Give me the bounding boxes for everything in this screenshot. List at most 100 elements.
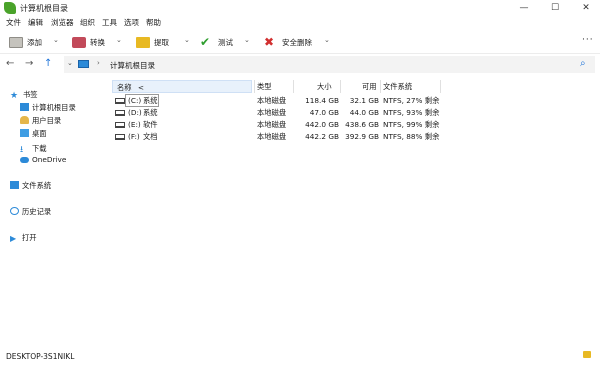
user-folder-icon bbox=[20, 116, 29, 124]
convert-icon bbox=[72, 36, 86, 48]
drive-label: 文档 bbox=[143, 132, 158, 141]
sidebar-filesystem[interactable]: 文件系统 bbox=[10, 181, 51, 191]
menu-edit[interactable]: 编辑 bbox=[28, 17, 43, 28]
menu-bar: 文件 编辑 浏览器 组织 工具 选项 帮助 bbox=[0, 16, 600, 29]
chevron-down-icon[interactable]: ⌄ bbox=[116, 36, 122, 44]
menu-tools[interactable]: 工具 bbox=[102, 17, 117, 28]
column-header-type[interactable]: 类型 bbox=[257, 80, 272, 93]
sidebar-item-computer[interactable]: 计算机根目录 bbox=[20, 103, 76, 113]
drive-free: 44.0 GB bbox=[349, 108, 379, 117]
column-divider[interactable] bbox=[254, 80, 255, 93]
checkmark-icon: ✔ bbox=[200, 34, 211, 49]
app-logo-icon bbox=[4, 2, 16, 14]
chevron-down-icon[interactable]: ⌄ bbox=[53, 36, 59, 44]
column-divider[interactable] bbox=[293, 80, 294, 93]
drive-letter: (C:) bbox=[128, 96, 142, 105]
sidebar-bookmarks[interactable]: ★ 书签 bbox=[10, 90, 38, 101]
title-bar: 计算机根目录 — ☐ ✕ bbox=[0, 0, 600, 16]
drive-label: 软件 bbox=[143, 120, 158, 129]
drive-size: 442.0 GB bbox=[305, 120, 339, 129]
drive-row[interactable]: (D:) 系统 本地磁盘 47.0 GB 44.0 GB NTFS, 93% 剩… bbox=[112, 107, 600, 119]
sidebar-item-desktop[interactable]: 桌面 bbox=[20, 129, 47, 139]
sidebar-item-user-folder[interactable]: 用户目录 bbox=[20, 116, 61, 126]
chevron-down-icon[interactable]: ⌄ bbox=[184, 36, 190, 44]
sidebar-item-label: 下载 bbox=[32, 144, 47, 153]
column-header-label: 名称 bbox=[117, 83, 132, 92]
column-header-size[interactable]: 大小 bbox=[317, 80, 332, 93]
sidebar-history[interactable]: 历史记录 bbox=[10, 207, 51, 217]
extract-label: 提取 bbox=[154, 37, 169, 47]
download-icon: ⭳ bbox=[20, 145, 24, 155]
status-bar: DESKTOP-3S1NIKL bbox=[0, 346, 600, 366]
add-label: 添加 bbox=[27, 37, 42, 47]
folder-icon bbox=[10, 181, 19, 189]
test-button[interactable]: ✔ 测试 ⌄ bbox=[200, 34, 250, 50]
drive-free: 32.1 GB bbox=[349, 96, 379, 105]
column-header-filesystem[interactable]: 文件系统 bbox=[383, 80, 412, 93]
breadcrumb-path[interactable]: 计算机根目录 bbox=[110, 60, 155, 71]
sidebar-item-onedrive[interactable]: OneDrive bbox=[20, 155, 66, 164]
forward-arrow-icon[interactable]: → bbox=[25, 58, 33, 69]
drive-label: 系统 bbox=[143, 96, 158, 105]
clock-icon bbox=[10, 207, 19, 215]
sidebar: ★ 书签 计算机根目录 用户目录 桌面 ⭳ 下载 OneDrive 文件系统 历史记… bbox=[0, 82, 108, 344]
drive-icon bbox=[115, 110, 125, 116]
menu-organize[interactable]: 组织 bbox=[80, 17, 95, 28]
drive-filesystem: NTFS, 93% 剩余 bbox=[383, 108, 440, 117]
secure-delete-button[interactable]: ✖ 安全删除 ⌄ bbox=[264, 34, 330, 50]
sidebar-open[interactable]: ▶ 打开 bbox=[10, 233, 37, 243]
column-divider[interactable] bbox=[380, 80, 381, 93]
back-arrow-icon[interactable]: ← bbox=[6, 58, 14, 69]
maximize-button[interactable]: ☐ bbox=[541, 0, 569, 16]
chevron-down-icon[interactable]: ⌄ bbox=[324, 36, 330, 44]
drive-size: 442.2 GB bbox=[305, 132, 339, 141]
lock-icon[interactable] bbox=[583, 351, 591, 358]
sidebar-item-label: 历史记录 bbox=[22, 207, 52, 216]
drive-filesystem: NTFS, 88% 剩余 bbox=[383, 132, 440, 141]
drive-icon bbox=[115, 134, 125, 140]
cloud-icon bbox=[20, 157, 29, 163]
sort-indicator-icon: < bbox=[137, 83, 145, 92]
menu-browser[interactable]: 浏览器 bbox=[51, 17, 74, 28]
drive-icon bbox=[115, 122, 125, 128]
add-button[interactable]: 添加 ⌄ bbox=[9, 34, 59, 50]
drive-free: 438.6 GB bbox=[345, 120, 379, 129]
drive-size: 47.0 GB bbox=[309, 108, 339, 117]
history-dropdown-icon[interactable]: ⌄ bbox=[67, 59, 73, 67]
computer-icon bbox=[20, 103, 29, 111]
menu-options[interactable]: 选项 bbox=[124, 17, 139, 28]
convert-label: 转换 bbox=[90, 37, 105, 47]
drive-type: 本地磁盘 bbox=[257, 96, 287, 105]
sidebar-item-label: 桌面 bbox=[32, 129, 47, 138]
sidebar-item-label: 用户目录 bbox=[32, 116, 62, 125]
search-icon[interactable]: ⌕ bbox=[580, 58, 586, 69]
toolbar: 添加 ⌄ 转换 ⌄ 提取 ⌄ ✔ 测试 ⌄ ✖ 安全删除 ⌄ ··· bbox=[0, 29, 600, 54]
more-options-button[interactable]: ··· bbox=[582, 35, 594, 45]
convert-button[interactable]: 转换 ⌄ bbox=[72, 34, 122, 50]
breadcrumb-separator-icon[interactable]: › bbox=[97, 59, 100, 67]
column-divider[interactable] bbox=[340, 80, 341, 93]
drive-filesystem: NTFS, 99% 剩余 bbox=[383, 120, 440, 129]
drive-row[interactable]: (C:) 系统 本地磁盘 118.4 GB 32.1 GB NTFS, 27% … bbox=[112, 94, 600, 107]
drive-filesystem: NTFS, 27% 剩余 bbox=[383, 96, 440, 105]
drive-row[interactable]: (F:) 文档 本地磁盘 442.2 GB 392.9 GB NTFS, 88%… bbox=[112, 131, 600, 143]
computer-icon bbox=[78, 60, 89, 68]
sidebar-item-downloads[interactable]: ⭳ 下载 bbox=[20, 142, 47, 155]
extract-button[interactable]: 提取 ⌄ bbox=[136, 34, 190, 50]
menu-help[interactable]: 帮助 bbox=[146, 17, 161, 28]
column-header-free[interactable]: 可用 bbox=[362, 80, 377, 93]
desktop-icon bbox=[20, 129, 29, 137]
sidebar-item-label: 文件系统 bbox=[22, 181, 52, 190]
close-button[interactable]: ✕ bbox=[572, 0, 600, 16]
menu-file[interactable]: 文件 bbox=[6, 17, 21, 28]
chevron-down-icon[interactable]: ⌄ bbox=[244, 36, 250, 44]
drive-icon bbox=[115, 98, 125, 104]
up-arrow-icon[interactable]: ↑ bbox=[44, 58, 52, 69]
minimize-button[interactable]: — bbox=[510, 0, 538, 16]
drive-row[interactable]: (E:) 软件 本地磁盘 442.0 GB 438.6 GB NTFS, 99%… bbox=[112, 119, 600, 131]
column-divider[interactable] bbox=[440, 80, 441, 93]
column-header-name[interactable]: 名称 < bbox=[112, 80, 252, 93]
sidebar-item-label: 书签 bbox=[23, 90, 38, 99]
drive-size: 118.4 GB bbox=[305, 96, 339, 105]
drive-type: 本地磁盘 bbox=[257, 108, 287, 117]
